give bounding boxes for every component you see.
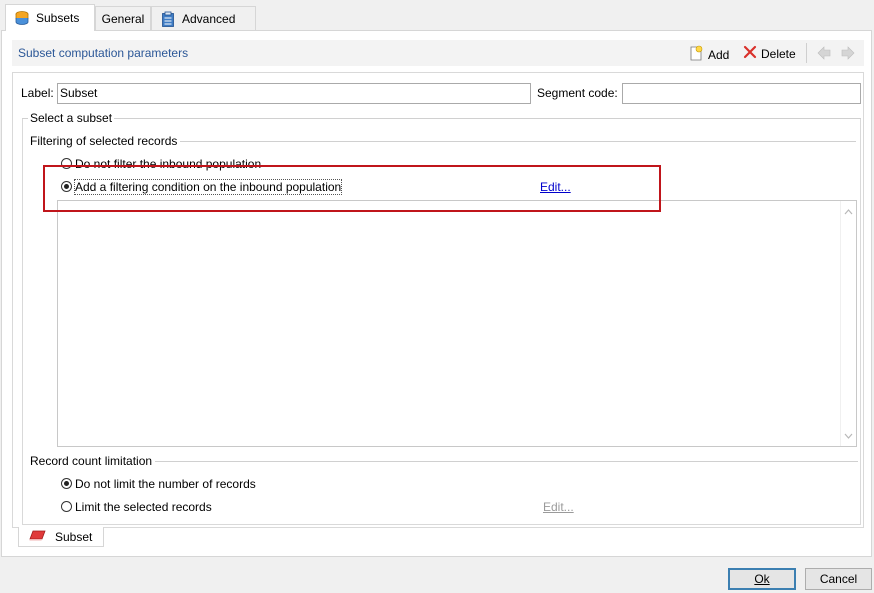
filter-none-radio[interactable] [61,158,72,169]
tab-label: Advanced [182,11,236,26]
cancel-button[interactable]: Cancel [805,568,872,590]
select-subset-line [22,118,861,119]
filter-condition-area[interactable] [57,200,857,447]
select-subset-title: Select a subset [28,111,115,125]
ok-label: Ok [754,572,770,586]
ok-button[interactable]: Ok [728,568,796,590]
tab-label: Subsets [36,11,80,25]
filtering-title: Filtering of selected records [30,134,181,148]
delete-icon [743,45,757,62]
tab-advanced[interactable]: Advanced [151,6,256,30]
delete-button[interactable]: Delete [743,45,796,62]
toolbar-separator [806,43,807,63]
label-input[interactable]: Subset [57,83,531,104]
add-button[interactable]: Add [688,45,729,64]
delete-label: Delete [761,46,796,61]
segment-code-input[interactable] [622,83,861,104]
arrow-right-icon[interactable] [840,45,856,64]
filter-condition-label[interactable]: Add a filtering condition on the inbound… [73,179,343,195]
scroll-down-icon[interactable] [844,428,853,442]
filter-edit-link[interactable]: Edit... [540,180,571,194]
tab-general[interactable]: General [95,6,151,30]
arrow-left-icon[interactable] [816,45,832,64]
clipboard-icon [160,11,176,27]
tab-label: General [101,11,145,26]
limit-none-label[interactable]: Do not limit the number of records [75,477,256,491]
scrollbar[interactable] [840,201,856,446]
label-caption: Label: [21,86,54,100]
section-header: Subset computation parameters Add Delete [12,40,864,66]
cancel-label: Cancel [819,572,858,586]
filter-none-label[interactable]: Do not filter the inbound population [75,157,261,171]
segment-code-caption: Segment code: [537,86,618,100]
scroll-up-icon[interactable] [844,204,853,218]
limit-records-label[interactable]: Limit the selected records [75,500,212,514]
database-icon [14,10,30,26]
count-limit-title: Record count limitation [30,454,156,468]
add-label: Add [708,47,730,62]
section-title: Subset computation parameters [18,46,189,60]
tab-subsets[interactable]: Subsets [5,4,95,31]
limit-none-radio[interactable] [61,478,72,489]
filter-condition-radio[interactable] [61,181,72,192]
eraser-icon [29,529,47,544]
subset-item-tab[interactable]: Subset [18,527,104,547]
limit-edit-link: Edit... [543,500,574,514]
add-icon [688,45,704,64]
limit-records-radio[interactable] [61,501,72,512]
subset-item-label: Subset [55,529,93,544]
